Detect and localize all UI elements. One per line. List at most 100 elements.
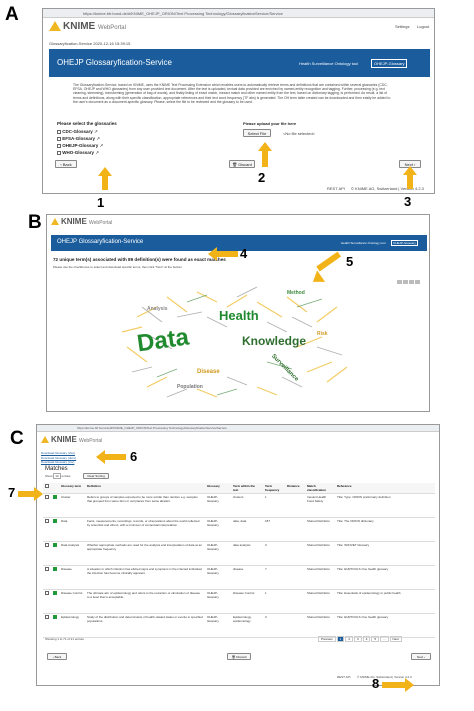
cell-distance (285, 541, 305, 566)
table-row[interactable]: Disease A situation in which infection ha… (43, 565, 435, 590)
callout-arrow-6-shaft (104, 454, 126, 460)
col-definition[interactable]: Definition (85, 483, 205, 494)
col-match-classification[interactable]: Match classification (305, 483, 335, 494)
glossary-option-who[interactable]: WHO-Glossary ↗ (57, 149, 103, 156)
select-file-button[interactable]: Select File (243, 129, 271, 137)
cell-within: data, data (231, 517, 263, 542)
cell-distance (285, 517, 305, 542)
row-checkbox[interactable] (43, 541, 51, 566)
download-xlsx-link[interactable]: Download Glossary (xlsx) (41, 451, 76, 456)
address-bar[interactable]: https://knime.bfr.bund.de/#/KNIME_OHEJP_… (37, 425, 439, 432)
banner-link-ohejp-glossary[interactable]: OHEJP-Glossary (391, 240, 418, 246)
table-row[interactable]: Epidemiology Study of the distribution an… (43, 613, 435, 638)
glossary-option-efsa[interactable]: EFSA-Glossary ↗ (57, 135, 103, 142)
col-glossary[interactable]: Glossary (205, 483, 231, 494)
page-button[interactable]: 4 (362, 636, 371, 642)
version-label: Glossaryfication-Service 2020-12-16 15:3… (49, 41, 131, 46)
table-row[interactable]: Disease Control The ultimate aim of epide… (43, 589, 435, 614)
next-button[interactable]: Next › (411, 653, 431, 660)
callout-number-1: 1 (97, 195, 105, 210)
checkbox[interactable] (57, 150, 61, 155)
discard-button[interactable]: 🗑 Discard (227, 653, 251, 660)
cell-term: Cluster (59, 493, 85, 518)
download-csv-link[interactable]: Download Glossary (csv) (41, 460, 76, 465)
col-reference[interactable]: Reference (335, 483, 435, 494)
checkbox[interactable] (57, 143, 61, 148)
col-term-frequency[interactable]: Term frequency (263, 483, 285, 494)
cell-distance (285, 493, 305, 518)
figure-label-c: C (10, 428, 24, 449)
cloud-word-population: Population (177, 384, 203, 390)
checkbox[interactable] (57, 136, 61, 141)
table-info: Showing 1 to 71 of 21 entries (45, 637, 84, 641)
page-button[interactable]: 3 (354, 636, 362, 642)
glossary-option-ohejp[interactable]: OHEJP-Glossary ↗ (57, 142, 103, 149)
service-description: The Glossaryfication-Service, based on K… (73, 83, 391, 104)
cell-classification: Shared Definition (305, 613, 335, 638)
select-all-checkbox[interactable] (43, 483, 51, 494)
cell-distance (285, 565, 305, 590)
knime-triangle-icon (49, 21, 61, 32)
cloud-toolbar-icons[interactable] (397, 271, 423, 284)
back-button[interactable]: ‹ Back (47, 653, 67, 660)
banner-link-hs-ontology[interactable]: Health Surveillance Ontology tool (299, 61, 358, 66)
upload-label: Please upload your file here (243, 121, 297, 126)
entries-control[interactable]: Show 10 entries (45, 473, 71, 479)
row-checkbox[interactable] (43, 613, 51, 638)
glossary-option-cdc[interactable]: CDC-Glossary ↗ (57, 128, 103, 135)
discard-button[interactable]: 🗑 Discard (229, 160, 255, 168)
page-button[interactable]: 1 (336, 636, 345, 642)
cell-glossary: OHEJP-Glossary (205, 517, 231, 542)
cell-frequency: 1 (263, 589, 285, 614)
callout-arrow-2-shaft (262, 151, 268, 167)
download-links: Download Glossary (xlsx) Download Glossa… (41, 451, 76, 465)
cell-glossary: OHEJP-Glossary (205, 493, 231, 518)
cell-frequency: 187 (263, 517, 285, 542)
table-row[interactable]: Cluster Refers to groups of samples expec… (43, 493, 435, 518)
cell-reference: Title: EURTOOLS One health glossary (335, 565, 435, 590)
matches-title: Matches (45, 466, 68, 472)
col-glossary-term[interactable]: Glossary term (59, 483, 85, 494)
page-button[interactable]: Previous (318, 636, 336, 642)
callout-arrow-3 (403, 166, 417, 175)
entries-select[interactable]: 10 (53, 473, 61, 479)
cloud-word-analysis: Analysis (147, 306, 168, 312)
banner-link-ohejp-glossary[interactable]: OHEJP-Glossary (371, 59, 408, 68)
logout-link[interactable]: Logout (417, 24, 429, 29)
knime-logo: KNIME WebPortal (51, 217, 112, 226)
row-checkbox[interactable] (43, 517, 51, 542)
address-bar[interactable]: https://knime.bfr.bund.de/#/KNIME_OHEJP_… (43, 9, 434, 18)
banner-link-hs-ontology[interactable]: Health Surveillance Ontology tool (341, 241, 385, 245)
figure-label-a: A (5, 4, 19, 25)
rest-api-link[interactable]: REST API (327, 186, 345, 191)
cloud-word-knowledge: Knowledge (242, 334, 307, 348)
knime-logo: KNIME WebPortal (41, 435, 102, 444)
back-button[interactable]: ‹ Back (55, 160, 77, 168)
cell-glossary: OHEJP-Glossary (205, 613, 231, 638)
page-button[interactable]: Next (389, 636, 402, 642)
cell-within: disease (231, 565, 263, 590)
page-button[interactable]: 2 (345, 636, 354, 642)
callout-arrow-3-shaft (407, 175, 413, 189)
row-checkbox[interactable] (43, 565, 51, 590)
table-row[interactable]: Data Facts, measurements, recordings, rec… (43, 517, 435, 542)
banner-title: OHEJP Glossaryfication-Service (57, 239, 144, 245)
cell-definition: Refers to groups of samples expected to … (85, 493, 205, 518)
rest-api-link[interactable]: REST API (337, 675, 350, 680)
select-glossaries-heading: Please select the glossaries (57, 121, 117, 126)
table-row[interactable]: Data Analysis Whether appropriate methods… (43, 541, 435, 566)
page-button[interactable]: 5 (371, 636, 380, 642)
row-checkbox[interactable] (43, 589, 51, 614)
cell-within: clusters (231, 493, 263, 518)
settings-link[interactable]: Settings (395, 24, 409, 29)
cell-frequency: 7 (263, 565, 285, 590)
word-cloud[interactable]: Data Health Knowledge Surveillance Disea… (107, 277, 357, 407)
callout-arrow-4-shaft (216, 251, 238, 257)
cell-definition: The ultimate aim of epidemiology and ref… (85, 589, 205, 614)
col-term-within-text[interactable]: Term within the text (231, 483, 263, 494)
clear-sorting-button[interactable]: Clear Sorting (83, 473, 109, 479)
col-distance[interactable]: Distance (285, 483, 305, 494)
checkbox[interactable] (57, 129, 61, 134)
page-button[interactable]: ... (380, 636, 389, 642)
row-checkbox[interactable] (43, 493, 51, 518)
